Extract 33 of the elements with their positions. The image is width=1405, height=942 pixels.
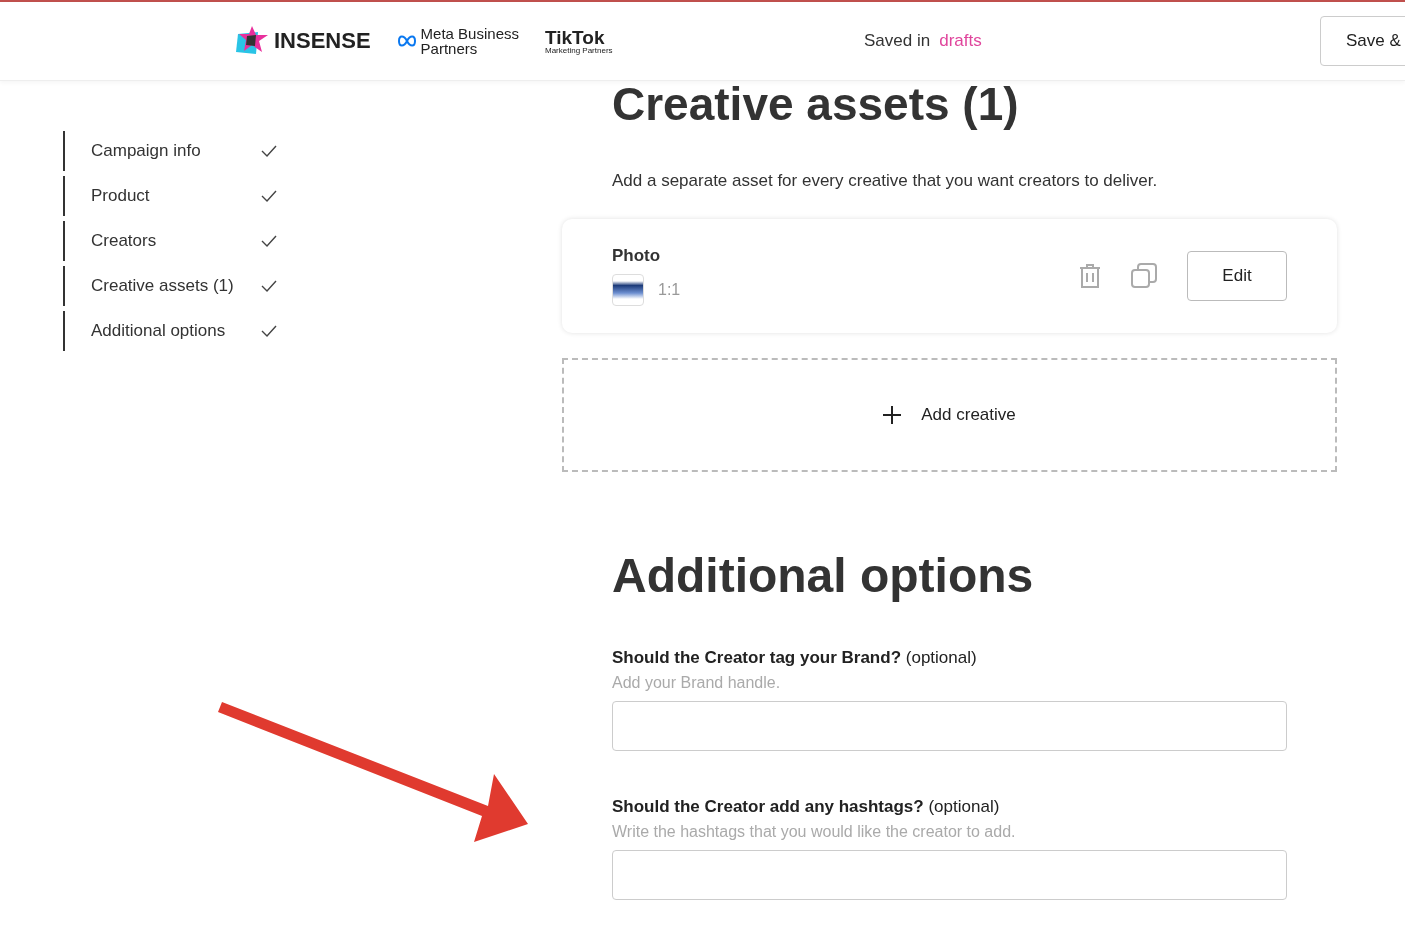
field-hint: Write the hashtags that you would like the creator to add. [612,823,1017,841]
star-logo-icon [236,26,270,56]
section-description: Add a separate asset for every creative that you want creators to deliver. [612,171,1159,191]
delete-button[interactable] [1079,263,1101,289]
add-creative-button[interactable]: Add creative [562,358,1337,472]
input-field[interactable] [612,850,1287,900]
saved-status-text: Saved in [864,31,931,51]
aspect-ratio-label: 1:1 [658,281,681,299]
infinity-logo-icon [396,35,417,47]
partner-logo-subtext: Marketing Partners [545,46,613,55]
save-button[interactable]: Save & [1320,16,1405,66]
section-heading: Additional options [612,552,1035,600]
field-hint: Add your Brand handle. [612,674,782,692]
partner-logo-text: TikTok [545,27,606,47]
sidebar-nav-item[interactable]: Product [63,176,293,216]
sidebar-nav-item[interactable]: Creative assets (1) [63,266,293,306]
photo-placeholder [612,274,644,306]
field-label: Should the Creator add any hashtags? (optional) [612,797,1001,817]
brand-logo-text: INSENSE [274,30,371,52]
asset-type-label: Photo [612,246,662,266]
plus-icon [883,406,902,424]
drafts-link[interactable]: drafts [939,31,982,51]
sidebar-nav-item[interactable]: Creators [63,221,293,261]
trash-icon [1079,263,1101,289]
duplicate-button[interactable] [1131,263,1157,289]
copy-icon [1131,263,1157,289]
partner-logo-text: Meta Business [420,26,519,41]
field-label: Should the Creator tag your Brand? (optional) [612,648,978,668]
sidebar-nav-item[interactable]: Additional options [63,311,293,351]
sidebar-nav-item[interactable]: Campaign info [63,131,293,171]
partner-logo-text: Partners [420,41,479,56]
edit-button[interactable]: Edit [1187,251,1287,301]
input-field[interactable] [612,701,1287,751]
